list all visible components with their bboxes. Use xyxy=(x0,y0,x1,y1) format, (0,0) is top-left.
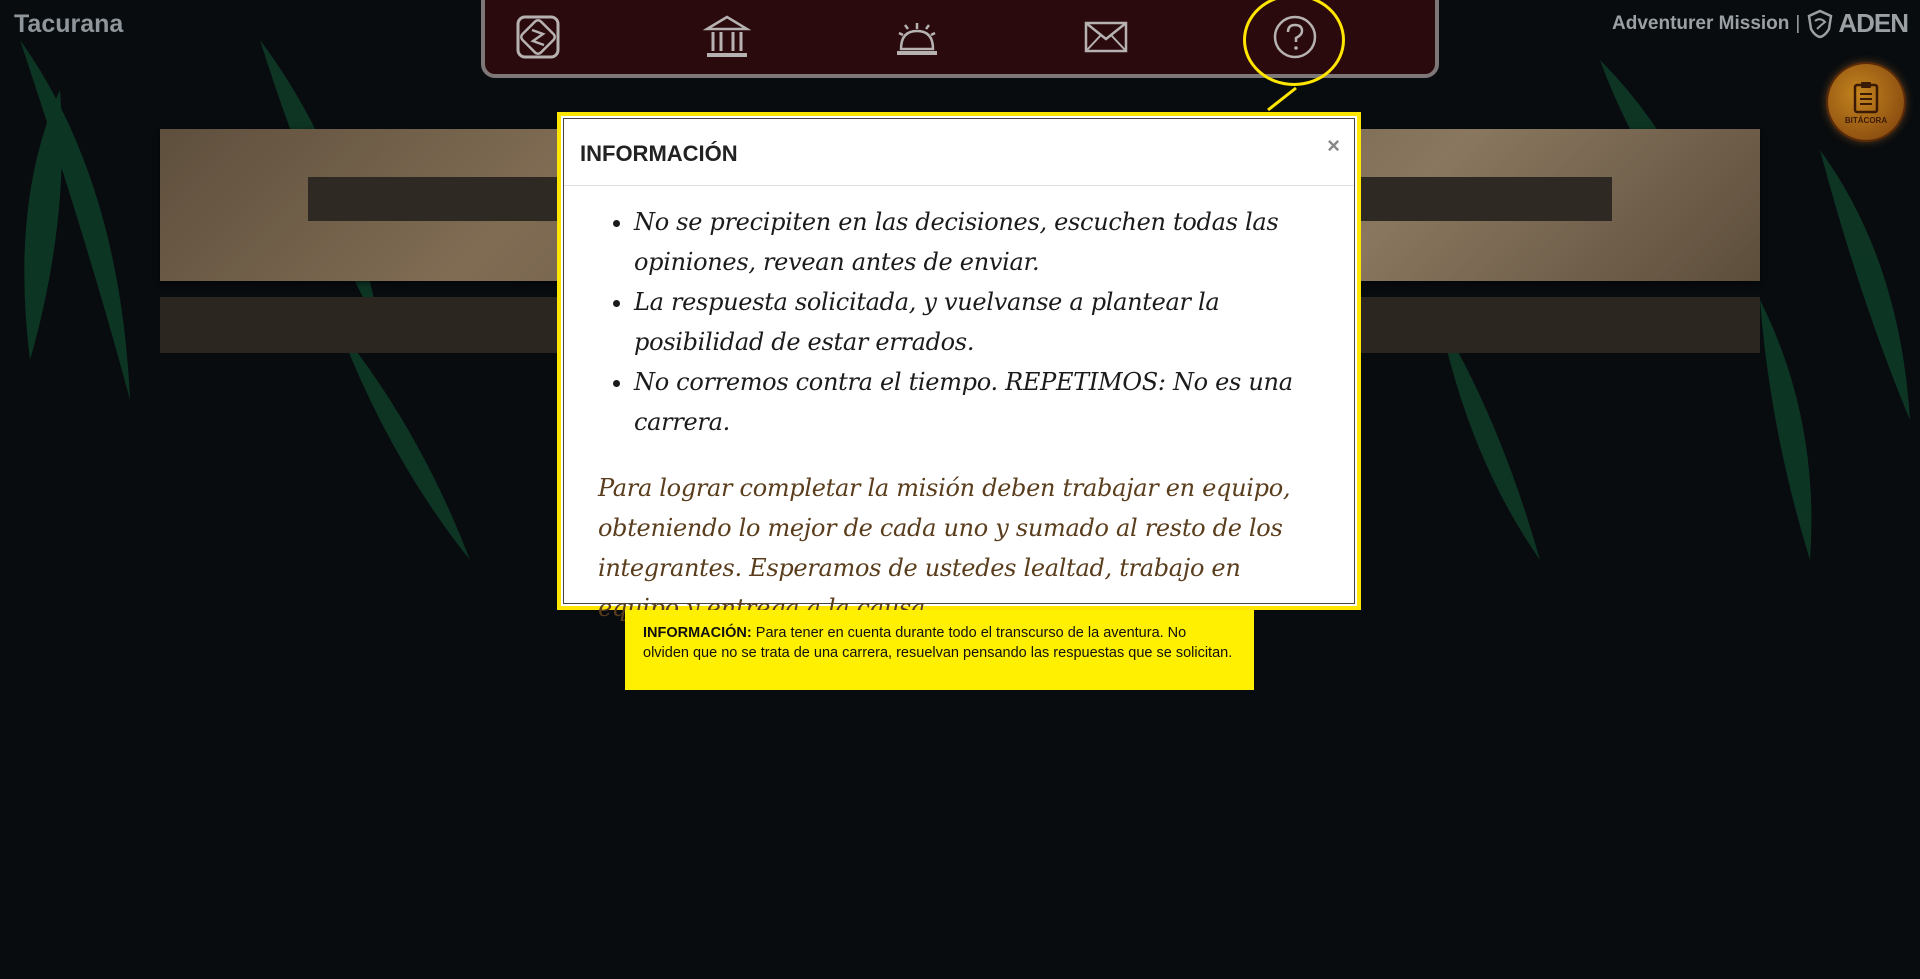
nav-bank-button[interactable] xyxy=(698,10,756,64)
shield-logo-icon xyxy=(1807,9,1833,38)
clipboard-icon xyxy=(1853,81,1879,113)
modal-body: No se precipiten en las decisiones, escu… xyxy=(564,186,1354,628)
bitacora-label: BITÁCORA xyxy=(1844,115,1888,125)
nav-mail-button[interactable] xyxy=(1077,10,1135,64)
info-tooltip: INFORMACIÓN: Para tener en cuenta durant… xyxy=(625,610,1254,690)
header-right: Adventurer Mission | ADEN xyxy=(1612,8,1909,39)
header-separator: | xyxy=(1795,12,1801,34)
bitacora-button[interactable]: BITÁCORA xyxy=(1828,64,1904,140)
aden-logo-text: ADEN xyxy=(1838,8,1909,38)
modal-frame: INFORMACIÓN × No se precipiten en las de… xyxy=(563,118,1355,622)
info-modal: INFORMACIÓN × No se precipiten en las de… xyxy=(557,112,1361,622)
reception-bell-icon xyxy=(897,23,937,55)
bank-icon xyxy=(703,15,751,57)
puzzle-dice-icon xyxy=(516,15,560,59)
list-item: No corremos contra el tiempo. REPETIMOS:… xyxy=(634,362,1324,442)
brand-name: Tacurana xyxy=(14,10,124,38)
envelope-icon xyxy=(1084,21,1128,53)
mission-title: Adventurer Mission xyxy=(1612,12,1790,34)
nav-puzzle-button[interactable] xyxy=(509,10,567,64)
advice-list: No se precipiten en las decisiones, escu… xyxy=(598,202,1324,442)
list-item: La respuesta solicitada, y vuelvanse a p… xyxy=(634,282,1324,362)
highlight-pointer xyxy=(1267,86,1297,112)
modal-header: INFORMACIÓN × xyxy=(564,119,1354,186)
nav-reception-button[interactable] xyxy=(888,10,946,64)
close-button[interactable]: × xyxy=(1327,133,1340,159)
aden-logo: ADEN xyxy=(1806,8,1909,39)
list-item: No se precipiten en las decisiones, escu… xyxy=(634,202,1324,282)
closing-paragraph: Para lograr completar la misión deben tr… xyxy=(598,474,1291,622)
tooltip-title: INFORMACIÓN: xyxy=(643,625,752,641)
modal-title: INFORMACIÓN xyxy=(580,141,738,166)
